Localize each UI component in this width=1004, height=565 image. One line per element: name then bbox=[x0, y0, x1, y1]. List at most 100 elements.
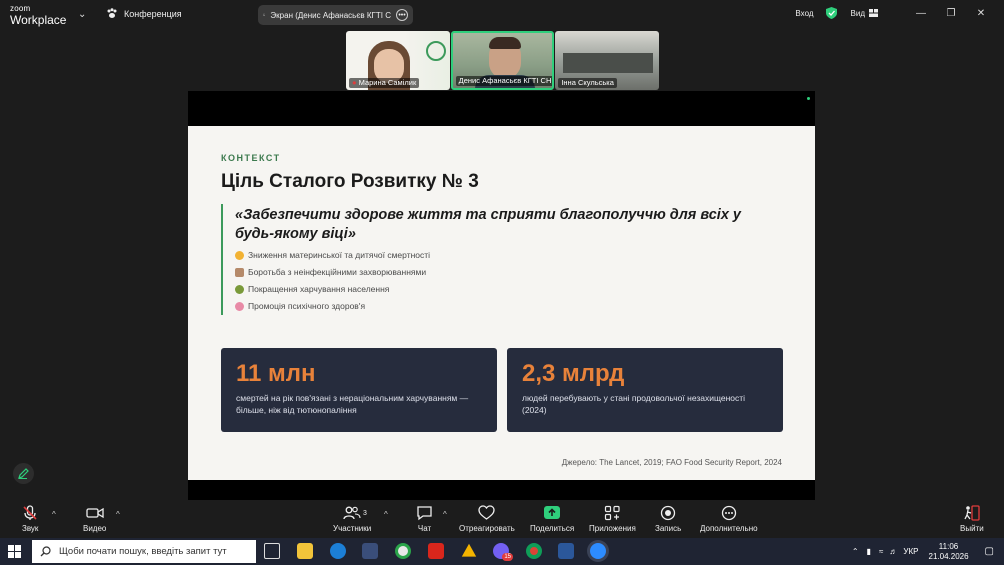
apps-label: Приложения bbox=[589, 524, 636, 533]
viber-icon[interactable]: 15 bbox=[493, 543, 513, 561]
screen-share-icon bbox=[263, 13, 266, 16]
slide-source: Джерело: The Lancet, 2019; FAO Food Secu… bbox=[561, 458, 782, 467]
search-icon bbox=[40, 546, 51, 557]
taskbar-search[interactable]: Щоби почати пошук, введіть запит тут bbox=[32, 540, 256, 563]
share-screen-icon bbox=[544, 506, 561, 519]
edge-icon[interactable] bbox=[330, 543, 346, 559]
video-label: Видео bbox=[83, 524, 107, 533]
participant-name: ● Марина Самілик bbox=[349, 78, 420, 88]
entry-button[interactable]: Вход bbox=[795, 9, 813, 18]
task-view-icon[interactable] bbox=[264, 543, 280, 559]
conference-menu[interactable]: Конференция bbox=[106, 8, 182, 19]
meeting-toolbar: Звук ^ Видео ^ Участники ^ Чат ^ Отреаги… bbox=[0, 500, 1004, 538]
share-label: Поделиться bbox=[530, 524, 575, 533]
video-options-caret[interactable]: ^ bbox=[116, 510, 120, 519]
bullet-text: Промоція психічного здоров'я bbox=[248, 301, 366, 311]
bullet-text: Зниження материнської та дитячої смертно… bbox=[248, 250, 431, 260]
conference-label: Конференция bbox=[124, 8, 182, 19]
audio-label: Звук bbox=[22, 524, 39, 533]
heart-icon bbox=[478, 505, 496, 520]
paw-icon bbox=[107, 8, 117, 18]
viber-badge: 15 bbox=[502, 553, 513, 561]
app-icon[interactable] bbox=[362, 543, 378, 559]
participant-tile[interactable]: Інна Скульська bbox=[555, 31, 659, 90]
react-button[interactable]: Отреагировать bbox=[459, 505, 515, 533]
participant-tile[interactable]: ● Марина Самілик bbox=[346, 31, 450, 90]
word-icon[interactable] bbox=[558, 543, 574, 559]
logo-line2: Workplace bbox=[10, 13, 67, 27]
stat-desc: людей перебувають у стані продовольчої н… bbox=[522, 393, 746, 415]
slide-quote: «Забезпечити здорове життя та сприяти бл… bbox=[235, 207, 741, 242]
notifications-icon[interactable]: ▢ bbox=[985, 546, 994, 557]
record-button[interactable]: Запись bbox=[655, 505, 681, 533]
apps-button[interactable]: Приложения bbox=[589, 505, 636, 533]
top-right-controls: Вход Вид — ❐ ✕ bbox=[795, 7, 996, 19]
presentation-slide: КОНТЕКСТ Ціль Сталого Розвитку № 3 «Забе… bbox=[188, 126, 815, 480]
google-maps-icon[interactable] bbox=[395, 543, 411, 559]
muted-mic-icon: ● bbox=[352, 78, 359, 87]
volume-icon[interactable]: ♬ bbox=[889, 547, 897, 556]
grid-view-icon bbox=[869, 9, 878, 17]
zoom-logo[interactable]: zoom Workplace bbox=[10, 5, 67, 27]
brain-emoji-icon bbox=[235, 301, 244, 311]
participant-name: Денис Афанасьєв КГТІ СН... bbox=[455, 76, 553, 86]
windows-taskbar: Щоби почати пошук, введіть запит тут 15 … bbox=[0, 538, 1004, 565]
annotate-pencil-icon[interactable] bbox=[13, 463, 34, 484]
apps-icon bbox=[604, 505, 620, 521]
more-button[interactable]: Дополнительно bbox=[700, 505, 758, 533]
chevron-down-icon[interactable]: ⌄ bbox=[78, 9, 86, 20]
zoom-taskbar-icon[interactable] bbox=[590, 543, 606, 559]
share-button[interactable]: Поделиться bbox=[530, 505, 574, 533]
chevron-up-icon[interactable]: ⌃ bbox=[852, 547, 859, 556]
more-label: Дополнительно bbox=[700, 524, 758, 533]
screen-share-label: Экран (Денис Афанасьєв КГТІ С bbox=[270, 10, 391, 20]
language-indicator[interactable]: УКР bbox=[903, 547, 918, 556]
participant-tile-active[interactable]: Денис Афанасьєв КГТІ СН... bbox=[450, 31, 555, 90]
bullet-item: Промоція психічного здоров'я bbox=[235, 300, 781, 312]
more-options-icon[interactable]: ••• bbox=[396, 9, 408, 21]
pdf-reader-icon[interactable] bbox=[428, 543, 444, 559]
slide-kicker: КОНТЕКСТ bbox=[221, 153, 281, 163]
stat-card: 11 млн смертей на рік пов'язані з нераці… bbox=[221, 348, 497, 432]
audio-options-caret[interactable]: ^ bbox=[52, 510, 56, 519]
chat-icon bbox=[417, 506, 432, 521]
video-button[interactable]: Видео bbox=[83, 505, 106, 533]
stat-value: 11 млн bbox=[236, 360, 316, 387]
record-label: Запись bbox=[655, 524, 682, 533]
more-icon bbox=[721, 505, 736, 521]
participants-count: 3 bbox=[363, 510, 367, 517]
quote-block: «Забезпечити здорове життя та сприяти бл… bbox=[221, 204, 781, 315]
participant-name: Інна Скульська bbox=[558, 78, 617, 88]
wifi-icon[interactable]: ≈ bbox=[879, 547, 883, 556]
shared-screen-top bbox=[188, 91, 815, 126]
classroom-video bbox=[563, 53, 654, 73]
video-camera-icon bbox=[86, 507, 104, 519]
system-tray: ⌃ ▮ ≈ ♬ УКР 11:06 21.04.2026 ▢ bbox=[852, 538, 1004, 565]
chat-button[interactable]: Чат bbox=[416, 505, 433, 533]
chat-options-caret[interactable]: ^ bbox=[443, 510, 447, 519]
bullet-item: Покращення харчування населення bbox=[235, 283, 781, 295]
clock[interactable]: 11:06 21.04.2026 bbox=[929, 542, 969, 562]
audio-button[interactable]: Звук bbox=[22, 505, 38, 533]
minimize-icon[interactable]: — bbox=[906, 8, 936, 19]
restore-icon[interactable]: ❐ bbox=[936, 8, 966, 19]
view-button[interactable]: Вид bbox=[851, 9, 878, 18]
chrome-icon[interactable] bbox=[526, 543, 542, 559]
bullet-text: Покращення харчування населення bbox=[248, 284, 390, 294]
view-label: Вид bbox=[850, 8, 865, 18]
participant-strip: ● Марина Самілик Денис Афанасьєв КГТІ СН… bbox=[346, 31, 659, 90]
microphone-icon[interactable]: ▮ bbox=[867, 547, 871, 556]
participant-name-text: Марина Самілик bbox=[358, 78, 417, 87]
google-drive-icon[interactable] bbox=[461, 543, 477, 557]
participants-icon bbox=[343, 506, 361, 520]
shield-icon[interactable] bbox=[825, 7, 837, 19]
mic-muted-icon bbox=[23, 505, 37, 520]
hospital-emoji-icon bbox=[235, 267, 244, 277]
participant-hair bbox=[488, 37, 521, 49]
leave-button[interactable]: Выйти bbox=[960, 505, 984, 533]
participants-options-caret[interactable]: ^ bbox=[384, 510, 388, 519]
windows-start-icon[interactable] bbox=[8, 545, 21, 558]
screen-share-pill[interactable]: Экран (Денис Афанасьєв КГТІ С ••• bbox=[258, 5, 413, 25]
close-icon[interactable]: ✕ bbox=[966, 8, 996, 19]
file-explorer-icon[interactable] bbox=[297, 543, 313, 559]
